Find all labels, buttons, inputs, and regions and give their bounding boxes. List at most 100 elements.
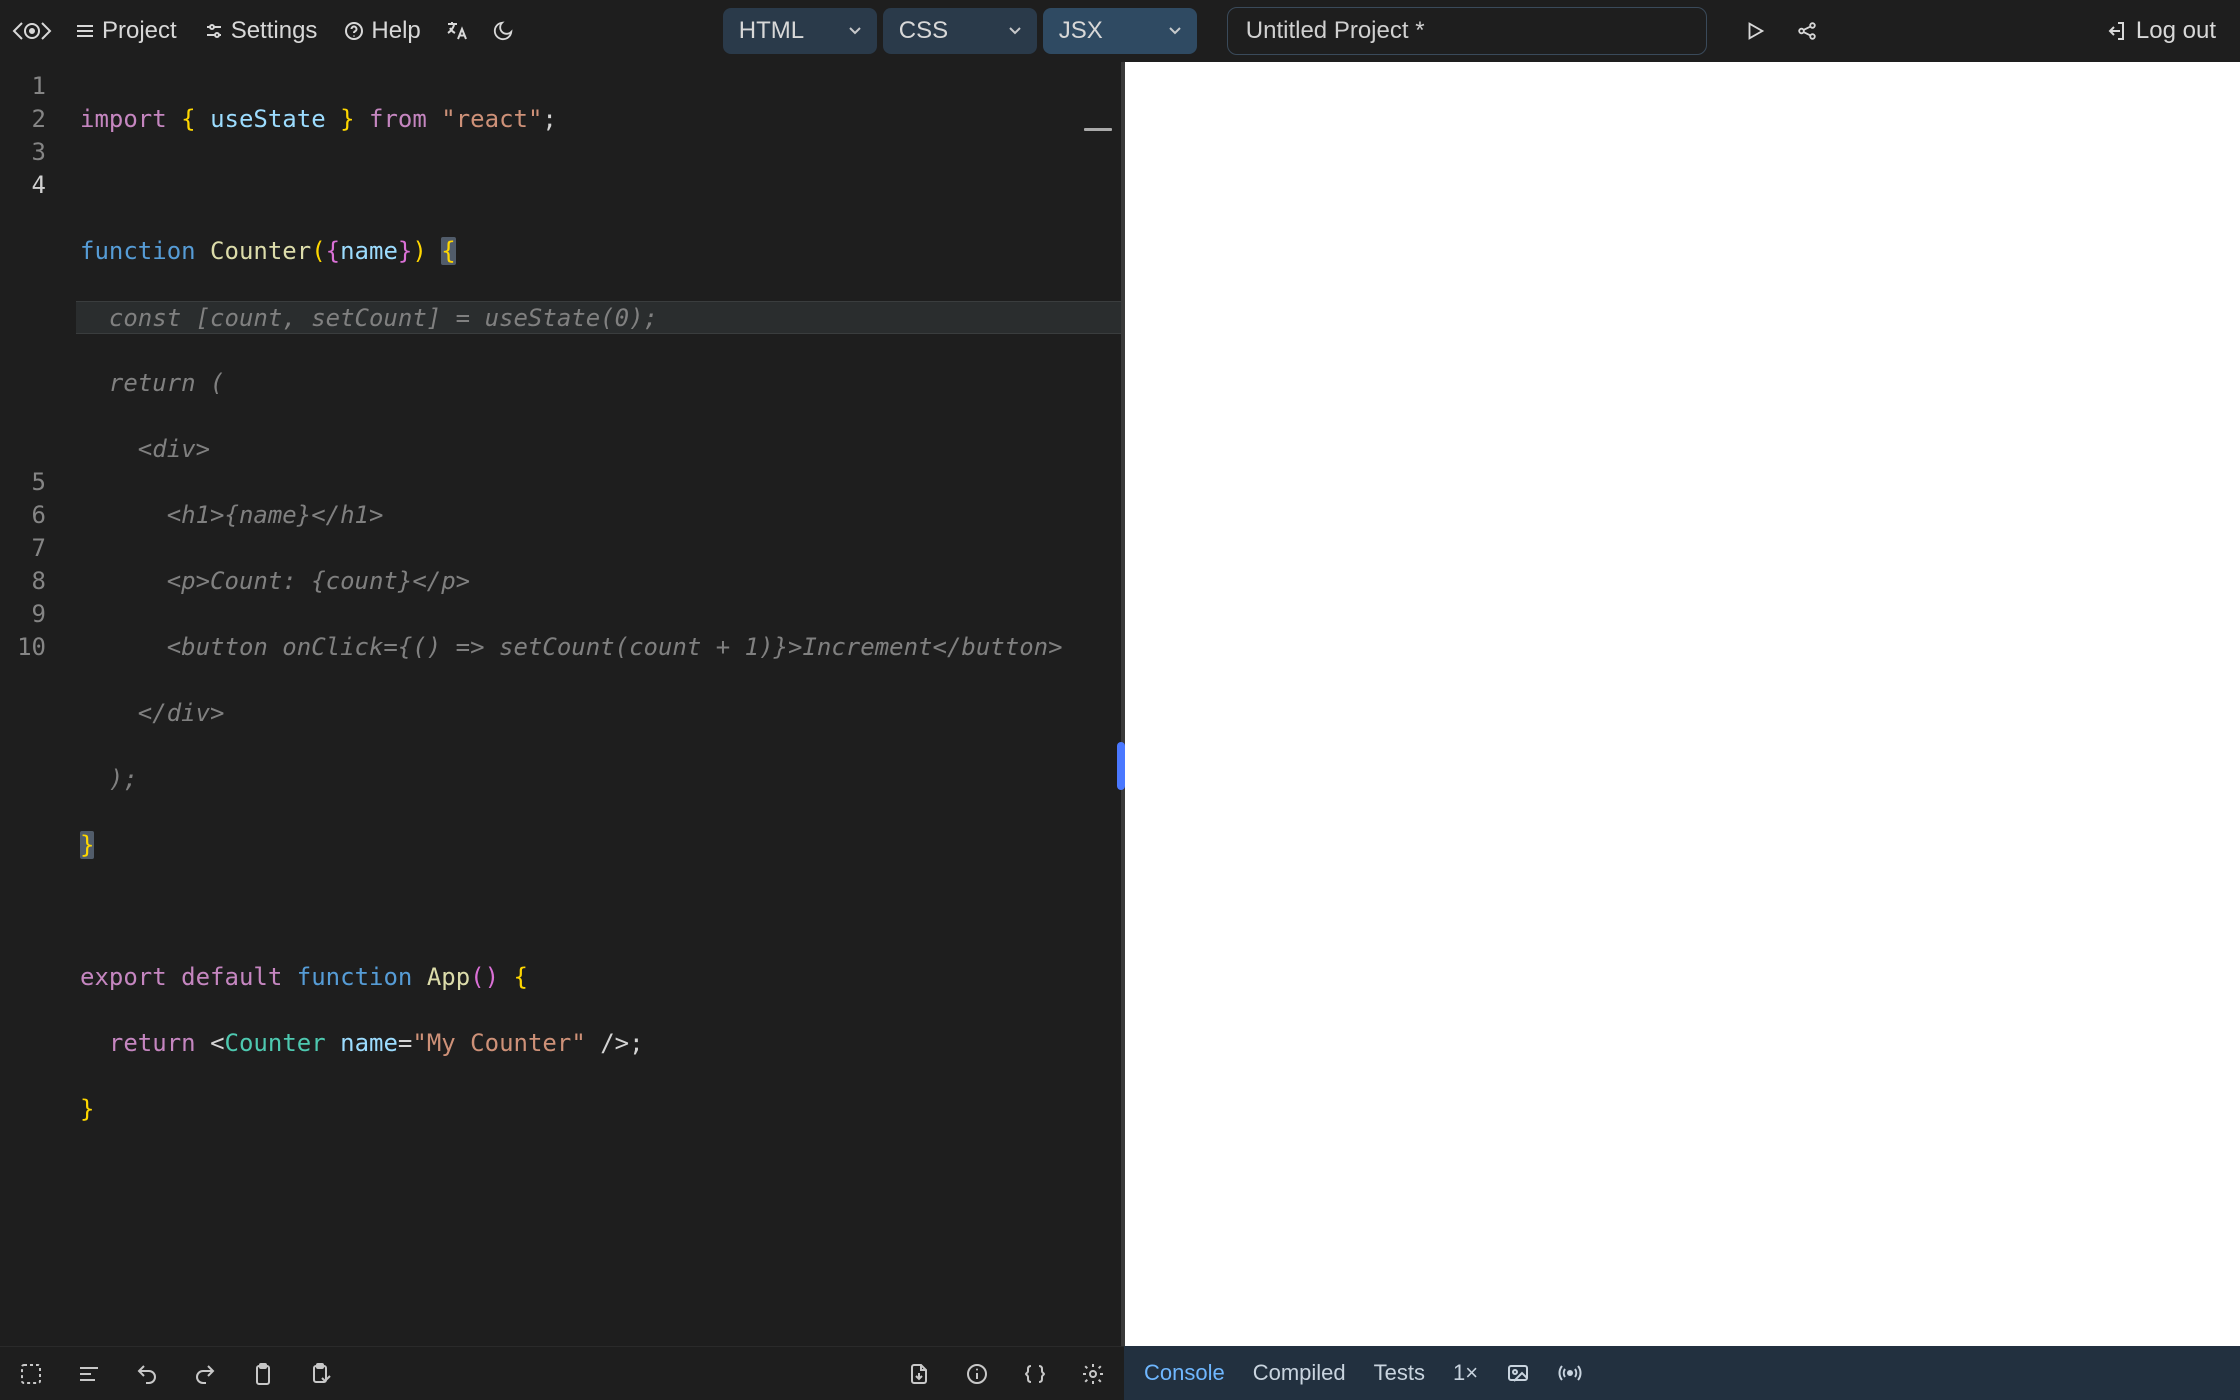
braces-button[interactable] — [1020, 1359, 1050, 1389]
broadcast-icon — [1558, 1361, 1582, 1385]
console-tab[interactable]: Console — [1142, 1356, 1227, 1390]
line-gutter: 1 2 3 4 5 6 7 8 9 10 — [0, 62, 60, 1346]
code-line: import { useState } from "react"; — [80, 103, 1124, 136]
line-number: 8 — [0, 565, 46, 598]
braces-icon — [1023, 1362, 1047, 1386]
undo-icon — [135, 1362, 159, 1386]
preview-pane: Console Compiled Tests 1× — [1124, 62, 2240, 1400]
preview-iframe[interactable] — [1124, 62, 2240, 1346]
redo-icon — [193, 1362, 217, 1386]
tab-html-label: HTML — [739, 17, 804, 45]
code-line: } — [80, 1093, 1124, 1126]
tab-css[interactable]: CSS — [883, 8, 1037, 54]
preview-footer: Console Compiled Tests 1× — [1124, 1346, 2240, 1400]
run-button[interactable] — [1735, 11, 1775, 51]
top-right-actions — [1735, 11, 1827, 51]
undo-button[interactable] — [132, 1359, 162, 1389]
code-content[interactable]: import { useState } from "react"; functi… — [60, 62, 1124, 1346]
menu-project-label: Project — [102, 17, 177, 45]
line-number: 5 — [0, 466, 46, 499]
code-line: <p>Count: {count}</p> — [80, 565, 1124, 598]
translate-icon — [445, 19, 469, 43]
code-line: return <Counter name="My Counter" />; — [80, 1027, 1124, 1060]
code-line: return ( — [80, 367, 1124, 400]
menu-help[interactable]: Help — [333, 11, 430, 51]
line-number: 1 — [0, 70, 46, 103]
clipboard-icon — [251, 1362, 275, 1386]
share-icon — [1796, 20, 1818, 42]
format-button[interactable] — [74, 1359, 104, 1389]
screenshot-button[interactable] — [1504, 1359, 1532, 1387]
tab-html[interactable]: HTML — [723, 8, 877, 54]
copy-button[interactable] — [248, 1359, 278, 1389]
chevron-down-icon[interactable] — [1165, 20, 1187, 42]
logout-button[interactable]: Log out — [2094, 11, 2226, 51]
paste-button[interactable] — [306, 1359, 336, 1389]
language-button[interactable] — [437, 11, 477, 51]
screenshot-icon — [1506, 1361, 1530, 1385]
code-editor[interactable]: 1 2 3 4 5 6 7 8 9 10 import { useState }… — [0, 62, 1124, 1346]
chevron-down-icon[interactable] — [845, 20, 867, 42]
info-icon — [965, 1362, 989, 1386]
project-title-text: Untitled Project * — [1246, 17, 1425, 45]
file-download-icon — [907, 1362, 931, 1386]
hamburger-icon — [74, 20, 96, 42]
main-split: 1 2 3 4 5 6 7 8 9 10 import { useState }… — [0, 62, 2240, 1400]
theme-toggle[interactable] — [483, 11, 523, 51]
tab-jsx[interactable]: JSX — [1043, 8, 1197, 54]
logout-icon — [2104, 19, 2128, 43]
code-line: ); — [80, 763, 1124, 796]
menu-project[interactable]: Project — [64, 11, 187, 51]
code-line: export default function App() { — [80, 961, 1124, 994]
code-line — [80, 895, 1124, 928]
splitter-thumb[interactable] — [1117, 742, 1125, 790]
code-line-active: const [count, setCount] = useState(0); — [76, 301, 1124, 334]
share-button[interactable] — [1787, 11, 1827, 51]
editor-settings-button[interactable] — [1078, 1359, 1108, 1389]
pane-splitter[interactable] — [1115, 62, 1125, 1346]
line-number: 3 — [0, 136, 46, 169]
menu-settings[interactable]: Settings — [193, 11, 328, 51]
compiled-tab[interactable]: Compiled — [1251, 1356, 1348, 1390]
selection-icon — [19, 1362, 43, 1386]
code-line: <div> — [80, 433, 1124, 466]
app-logo[interactable] — [8, 7, 56, 55]
logout-label: Log out — [2136, 17, 2216, 45]
code-line: </div> — [80, 697, 1124, 730]
menu-settings-label: Settings — [231, 17, 318, 45]
code-line: function Counter({name}) { — [80, 235, 1124, 268]
help-icon — [343, 20, 365, 42]
select-all-button[interactable] — [16, 1359, 46, 1389]
editor-tabs: HTML CSS JSX — [723, 8, 1197, 54]
speed-multiplier[interactable]: 1× — [1451, 1356, 1480, 1390]
moon-icon — [492, 20, 514, 42]
download-button[interactable] — [904, 1359, 934, 1389]
clipboard-paste-icon — [309, 1362, 333, 1386]
chevron-down-icon[interactable] — [1005, 20, 1027, 42]
info-button[interactable] — [962, 1359, 992, 1389]
redo-button[interactable] — [190, 1359, 220, 1389]
sliders-icon — [203, 20, 225, 42]
top-bar: Project Settings Help HTML — [0, 0, 2240, 62]
broadcast-button[interactable] — [1556, 1359, 1584, 1387]
code-line: <button onClick={() => setCount(count + … — [80, 631, 1124, 664]
tab-css-label: CSS — [899, 17, 948, 45]
line-number: 4 — [0, 169, 46, 202]
tab-jsx-label: JSX — [1059, 17, 1103, 45]
splitter-track — [1121, 62, 1125, 1346]
line-number: 10 — [0, 631, 46, 664]
tests-tab[interactable]: Tests — [1372, 1356, 1427, 1390]
project-title-input[interactable]: Untitled Project * — [1227, 7, 1707, 55]
line-number: 6 — [0, 499, 46, 532]
code-line — [80, 169, 1124, 202]
menu-help-label: Help — [371, 17, 420, 45]
code-line: } — [80, 829, 1124, 862]
editor-footer — [0, 1346, 1124, 1400]
code-line: <h1>{name}</h1> — [80, 499, 1124, 532]
code-line — [80, 1159, 1124, 1192]
editor-pane: 1 2 3 4 5 6 7 8 9 10 import { useState }… — [0, 62, 1124, 1400]
line-number: 2 — [0, 103, 46, 136]
line-number: 7 — [0, 532, 46, 565]
gear-icon — [1081, 1362, 1105, 1386]
align-left-icon — [77, 1362, 101, 1386]
